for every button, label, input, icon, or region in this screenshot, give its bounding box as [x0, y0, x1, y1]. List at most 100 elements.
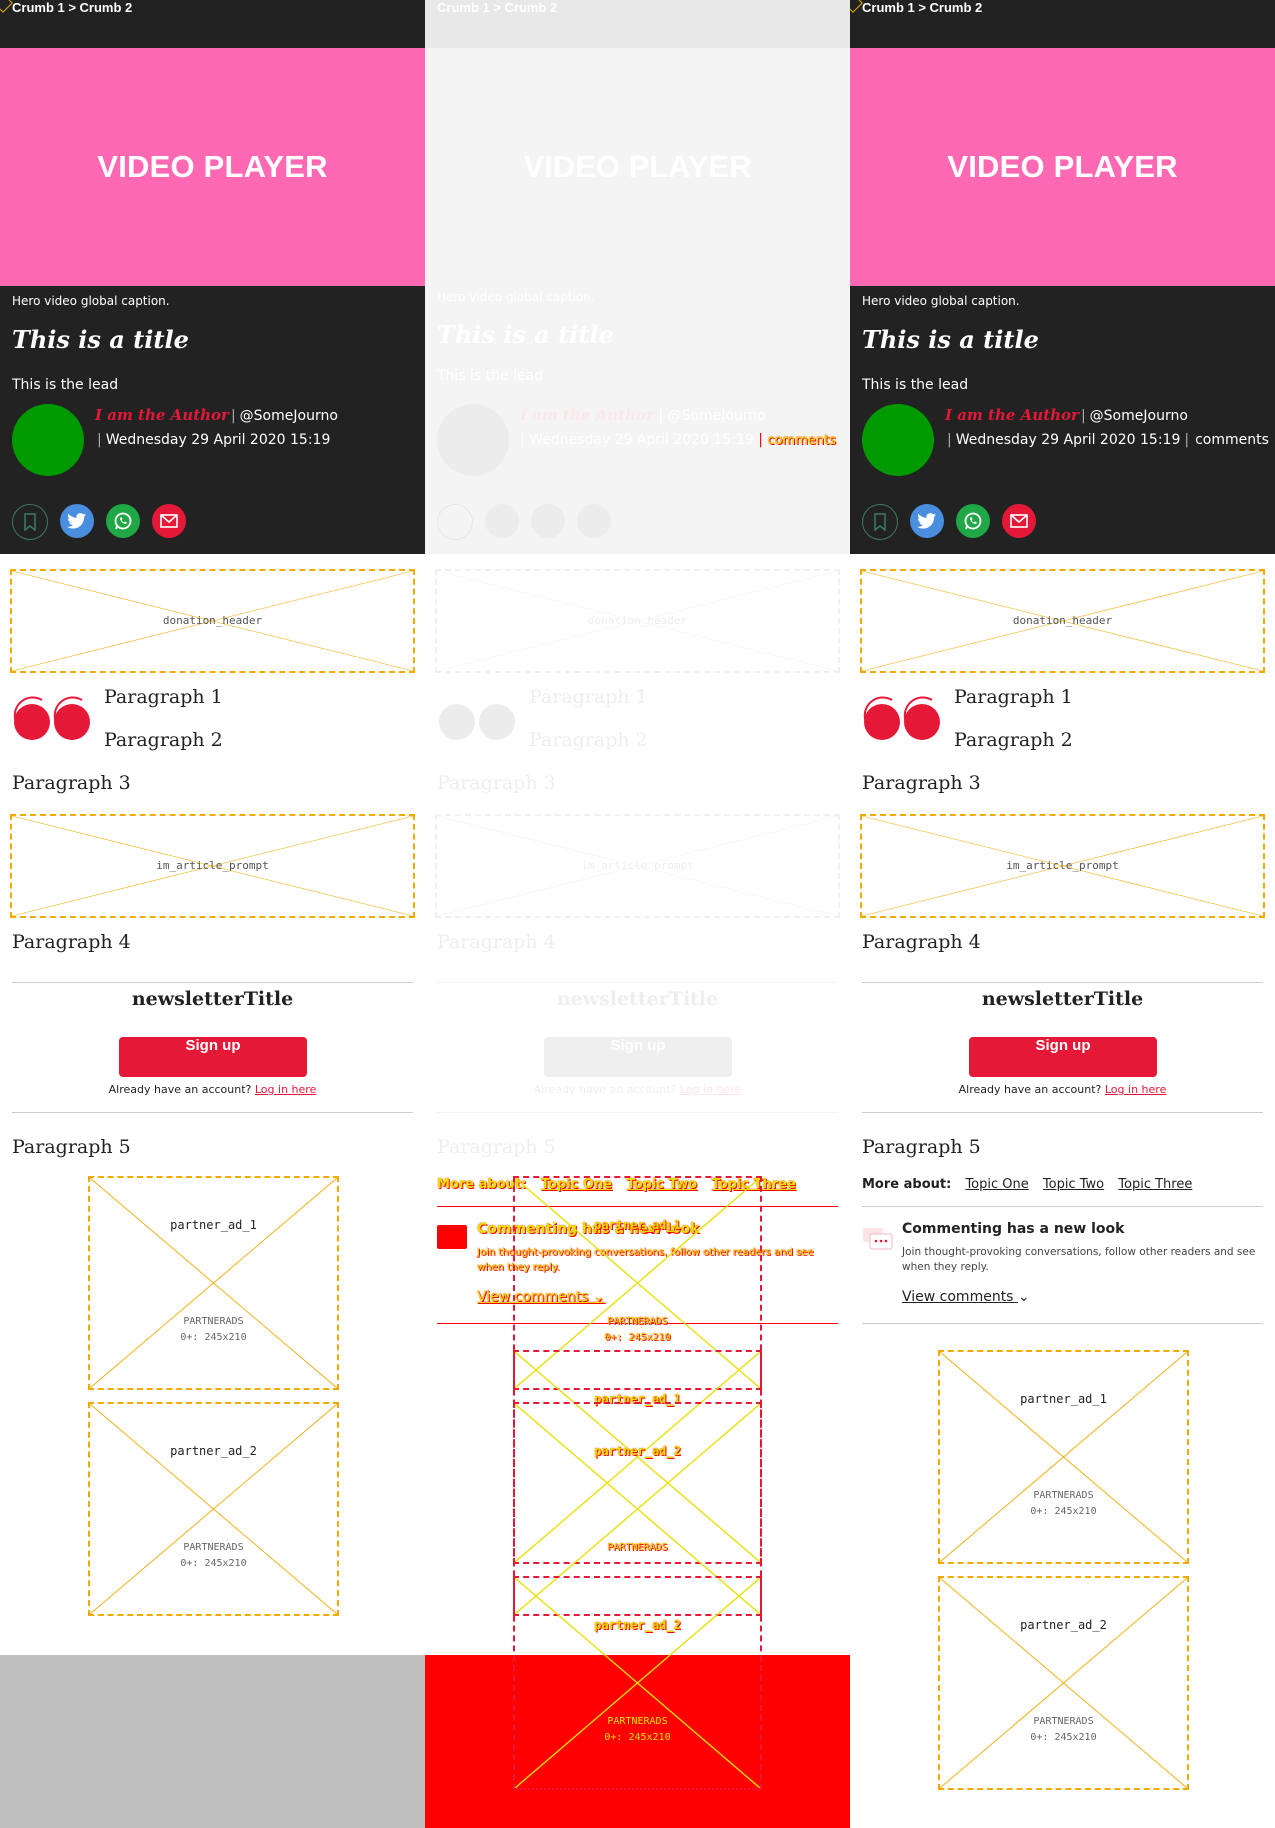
- video-caption: Hero video global caption.: [12, 294, 170, 308]
- twitter-icon[interactable]: [485, 504, 519, 538]
- email-icon[interactable]: [1002, 504, 1036, 538]
- author-link[interactable]: I am the Author: [95, 406, 229, 424]
- publish-date: Wednesday 29 April 2020 15:19: [105, 432, 331, 448]
- video-player[interactable]: VIDEO PLAYER: [0, 48, 425, 286]
- paragraph-4: Paragraph 4: [12, 931, 131, 953]
- login-prompt: Already have an account? Log in here: [533, 1083, 742, 1096]
- partner-ad-2: partner_ad_2 PARTNERADS 0+: 245x210: [938, 1576, 1189, 1790]
- quote-icon: [437, 692, 517, 744]
- paragraph-5: Paragraph 5: [437, 1136, 556, 1158]
- breadcrumb[interactable]: Crumb 1 > Crumb 2: [850, 0, 1275, 48]
- topic-link[interactable]: Topic Two: [1043, 1177, 1104, 1192]
- topic-link[interactable]: Topic Three: [1118, 1177, 1192, 1192]
- article-prompt-placeholder: im_article_prompt: [10, 814, 415, 918]
- login-prompt: Already have an account? Log in here: [958, 1083, 1167, 1096]
- author-link[interactable]: I am the Author: [520, 406, 654, 424]
- newsletter-title: newsletterTitle: [556, 988, 719, 1010]
- lead-text: This is the lead: [862, 377, 969, 393]
- paragraph-3: Paragraph 3: [862, 772, 981, 794]
- paragraph-2: Paragraph 2: [104, 729, 223, 751]
- footer-placeholder: [0, 1655, 425, 1828]
- comments-link[interactable]: comments: [767, 433, 836, 448]
- paragraph-1: Paragraph 1: [529, 686, 648, 708]
- comments-link[interactable]: comments: [1195, 432, 1269, 448]
- login-link[interactable]: Log in here: [680, 1083, 741, 1096]
- hero-section: Crumb 1 > Crumb 2 VIDEO PLAYER Hero vide…: [850, 0, 1275, 554]
- author-handle[interactable]: @SomeJourno: [240, 408, 338, 424]
- topic-link[interactable]: Topic One: [965, 1177, 1028, 1192]
- signup-button[interactable]: Sign up: [119, 1037, 307, 1077]
- signup-button[interactable]: Sign up: [544, 1037, 732, 1077]
- paragraph-4: Paragraph 4: [862, 931, 981, 953]
- more-about-label: More about:: [862, 1177, 952, 1192]
- page-title: This is a title: [437, 320, 614, 349]
- byline: I am the Author | @SomeJourno | Wednesday 2…: [0, 402, 425, 488]
- lead-text: This is the lead: [437, 368, 544, 384]
- donation-header-placeholder: donation_header: [860, 569, 1265, 673]
- lead-text: This is the lead: [12, 377, 119, 393]
- divider: [862, 1112, 1263, 1113]
- paragraph-5: Paragraph 5: [862, 1136, 981, 1158]
- paragraph-3: Paragraph 3: [437, 772, 556, 794]
- paragraph-1: Paragraph 1: [104, 686, 223, 708]
- comments-promo: Commenting has a new look Join thought-p…: [862, 1206, 1263, 1324]
- twitter-icon[interactable]: [60, 504, 94, 538]
- column-variant-diff: Crumb 1 > Crumb 2 VIDEO PLAYER Hero vide…: [425, 0, 850, 1828]
- paragraph-1: Paragraph 1: [954, 686, 1073, 708]
- hero-section: Crumb 1 > Crumb 2 VIDEO PLAYER Hero vide…: [425, 0, 850, 554]
- whatsapp-icon[interactable]: [956, 504, 990, 538]
- paragraph-5: Paragraph 5: [12, 1136, 131, 1158]
- publish-date: Wednesday 29 April 2020 15:19: [955, 432, 1181, 448]
- publish-date: Wednesday 29 April 2020 15:19: [529, 432, 754, 448]
- video-player[interactable]: VIDEO PLAYER: [425, 48, 850, 286]
- hero-section: Crumb 1 > Crumb 2 VIDEO PLAYER Hero vide…: [0, 0, 425, 554]
- author-link[interactable]: I am the Author: [945, 406, 1079, 424]
- donation-header-placeholder: donation_header: [435, 569, 840, 673]
- comments-promo-title: Commenting has a new look: [902, 1221, 1125, 1237]
- whatsapp-icon[interactable]: [531, 504, 565, 538]
- comment-bubble-icon: [862, 1227, 894, 1261]
- paragraph-4: Paragraph 4: [437, 931, 556, 953]
- login-prompt: Already have an account? Log in here: [108, 1083, 317, 1096]
- quote-icon: [862, 692, 942, 744]
- page-title: This is a title: [862, 325, 1039, 354]
- quote-icon: [12, 692, 92, 744]
- bookmark-icon[interactable]: [437, 504, 473, 540]
- signup-button[interactable]: Sign up: [969, 1037, 1157, 1077]
- breadcrumb[interactable]: Crumb 1 > Crumb 2: [0, 0, 425, 48]
- partner-ad-2: partner_ad_2 PARTNERADS 0+: 245x210: [88, 1402, 339, 1616]
- twitter-icon[interactable]: [910, 504, 944, 538]
- email-icon[interactable]: [152, 504, 186, 538]
- article-prompt-placeholder: im_article_prompt: [860, 814, 1265, 918]
- divider: [12, 982, 413, 983]
- newsletter-title: newsletterTitle: [131, 988, 294, 1010]
- login-link[interactable]: Log in here: [1105, 1083, 1166, 1096]
- bookmark-icon[interactable]: [862, 504, 898, 540]
- more-about-bar: More about: Topic One Topic Two Topic Th…: [862, 1177, 1202, 1192]
- login-link[interactable]: Log in here: [255, 1083, 316, 1096]
- column-variant-2: Crumb 1 > Crumb 2 VIDEO PLAYER Hero vide…: [850, 0, 1275, 1828]
- bookmark-icon[interactable]: [12, 504, 48, 540]
- share-bar: [862, 504, 1036, 540]
- video-player[interactable]: VIDEO PLAYER: [850, 48, 1275, 286]
- divider: [437, 982, 838, 983]
- comments-promo-desc: Join thought-provoking conversations, fo…: [902, 1246, 1256, 1273]
- article-prompt-placeholder: im_article_prompt: [435, 814, 840, 918]
- author-handle[interactable]: @SomeJourno: [668, 408, 766, 424]
- whatsapp-icon[interactable]: [106, 504, 140, 538]
- comment-bubble-icon: [437, 1225, 467, 1249]
- chevron-down-icon: ⌄: [1017, 1289, 1030, 1305]
- breadcrumb[interactable]: Crumb 1 > Crumb 2: [425, 0, 850, 48]
- email-icon[interactable]: [577, 504, 611, 538]
- byline: I am the Author | @SomeJourno | Wednesday 2…: [850, 402, 1275, 488]
- video-caption: Hero video global caption.: [437, 290, 595, 304]
- view-comments-button[interactable]: View comments ⌄: [902, 1289, 1030, 1305]
- share-bar: [12, 504, 186, 540]
- avatar: [12, 404, 84, 476]
- page-title: This is a title: [12, 325, 189, 354]
- partner-ad-1: partner_ad_1 PARTNERADS 0+: 245x210: [938, 1350, 1189, 1564]
- avatar: [437, 404, 509, 476]
- partner-ad-1: partner_ad_1 PARTNERADS 0+: 245x210: [88, 1176, 339, 1390]
- author-handle[interactable]: @SomeJourno: [1090, 408, 1188, 424]
- share-bar: [437, 504, 611, 540]
